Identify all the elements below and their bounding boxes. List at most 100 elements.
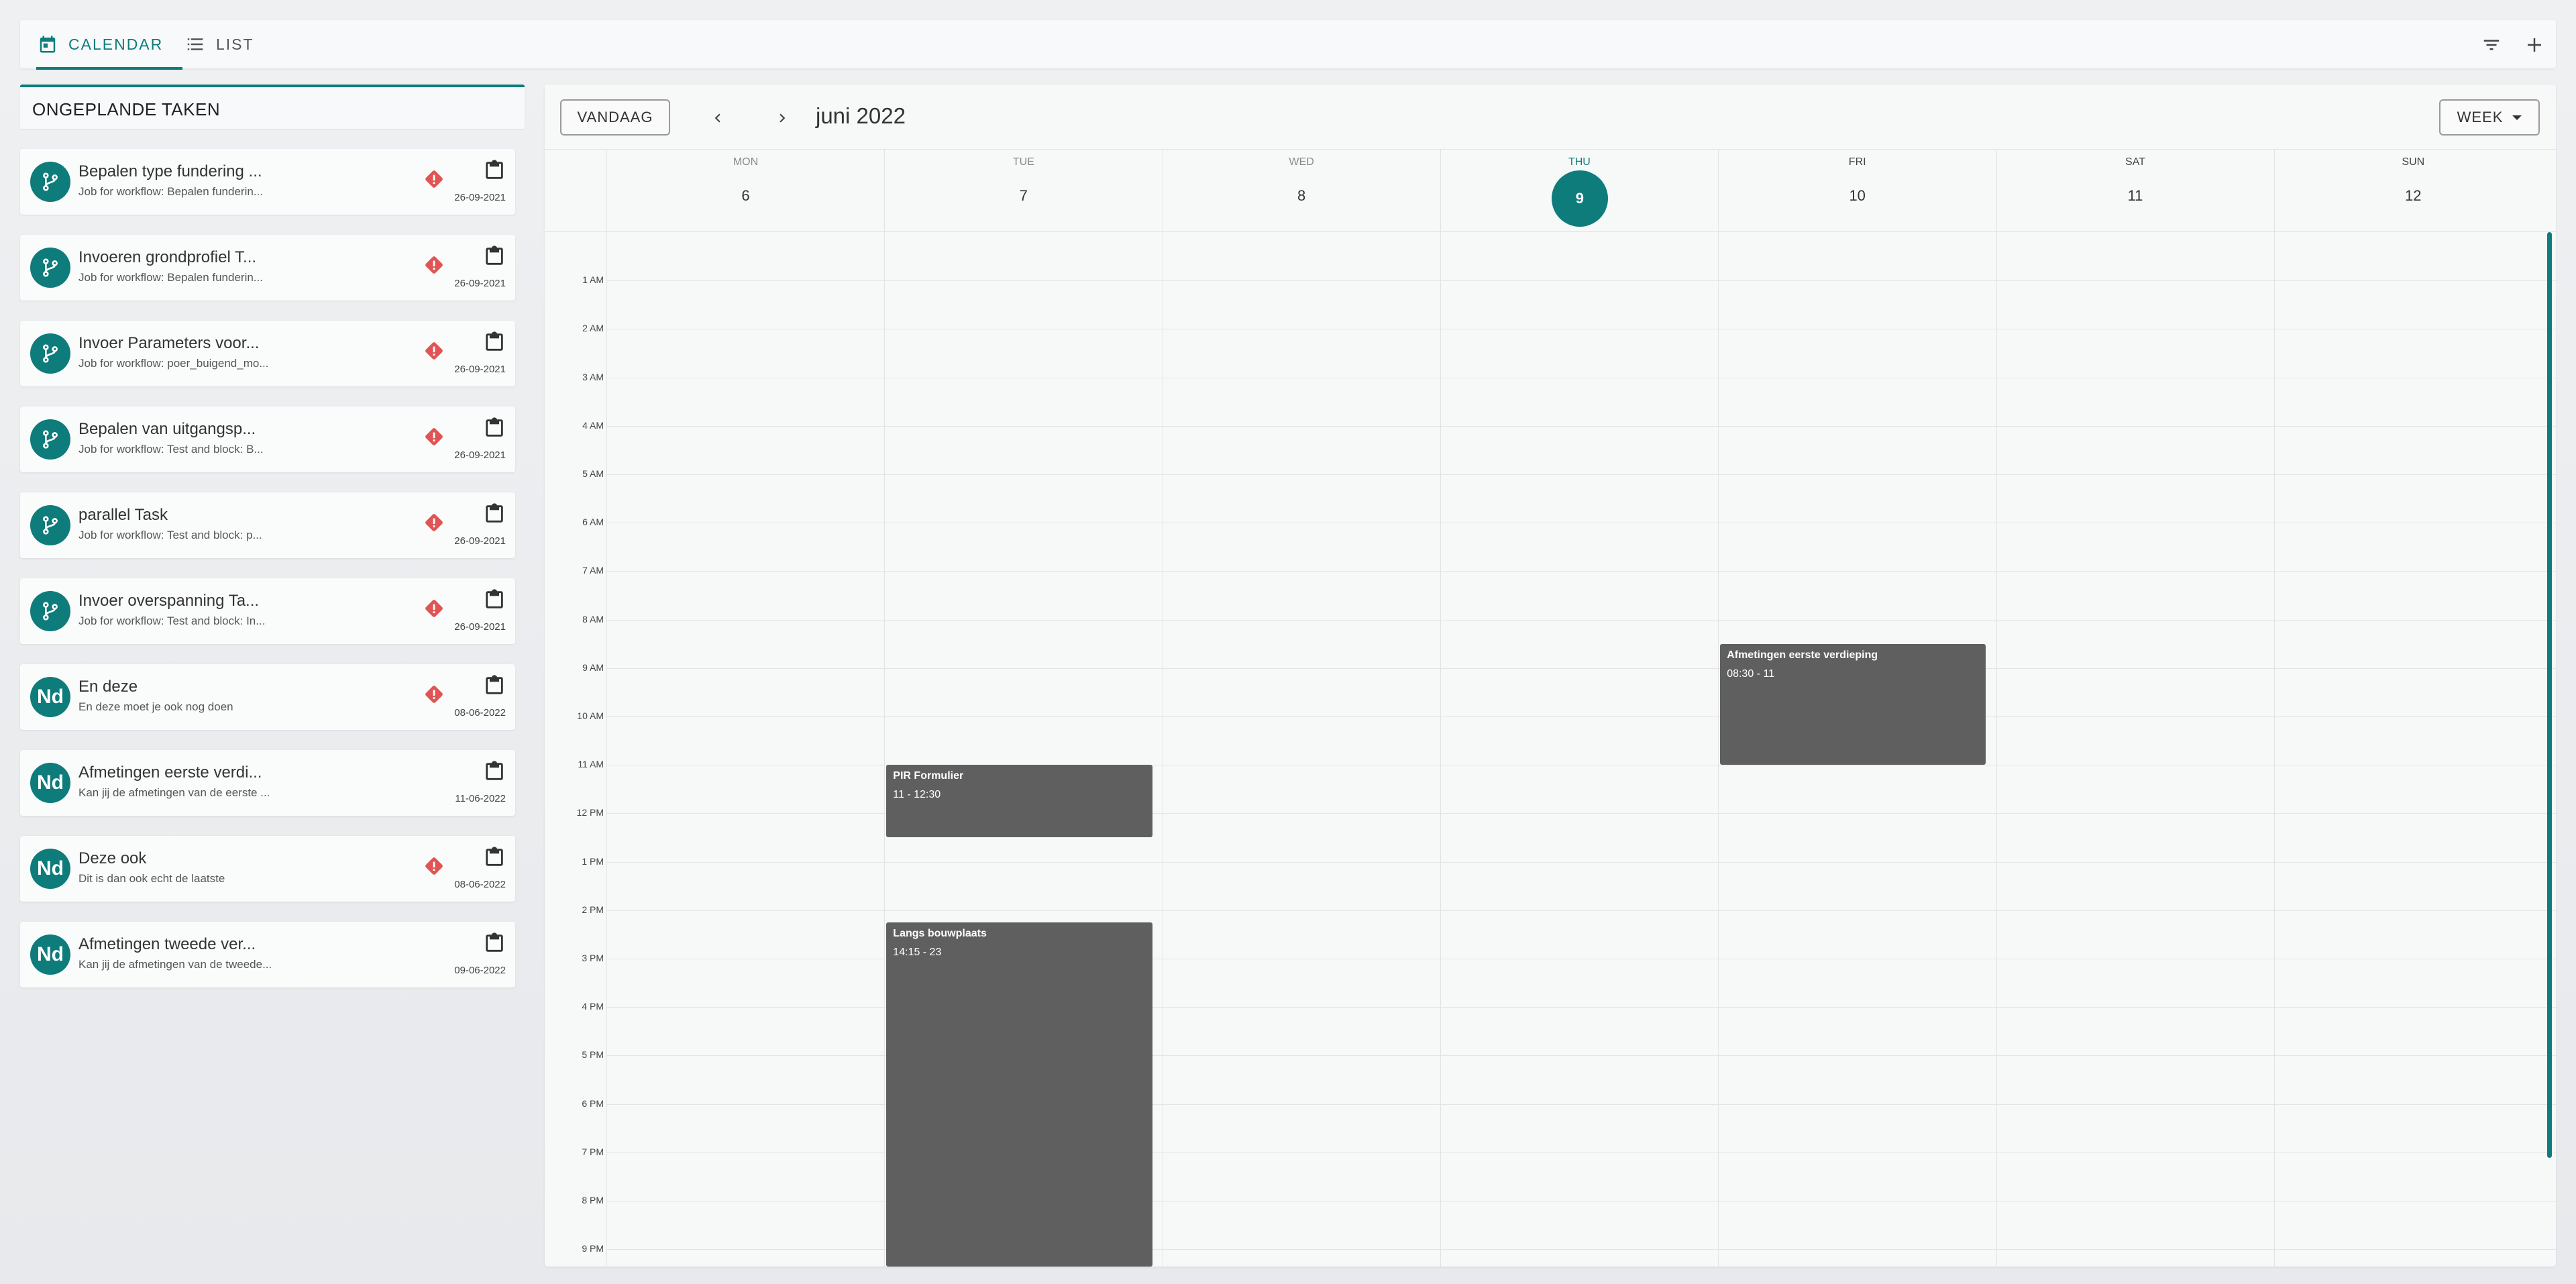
day-column-header[interactable]: FRI 10	[1718, 150, 1996, 233]
task-subtitle: Job for workflow: Test and block: In...	[78, 614, 266, 627]
clipboard-icon[interactable]	[483, 244, 506, 268]
clipboard-icon[interactable]	[483, 158, 506, 182]
day-column-header[interactable]: SUN 12	[2273, 150, 2552, 233]
event-time: 08:30 - 11	[1727, 667, 1775, 680]
task-card[interactable]: parallel Task Job for workflow: Test and …	[20, 492, 515, 558]
clipboard-icon[interactable]	[483, 416, 506, 440]
event-time: 11 - 12:30	[893, 789, 941, 801]
week-grid[interactable]: 1 AM 2 AM 3 AM 4 AM 5 AM 6 AM 7 AM 8 AM 9 AM 10 A…	[545, 232, 2556, 1267]
add-icon[interactable]	[2522, 33, 2546, 57]
hour-label: 8 AM	[582, 613, 604, 625]
day-name: FRI	[1848, 156, 1866, 168]
day-column-header[interactable]: THU 9	[1440, 150, 1718, 233]
clipboard-icon[interactable]	[483, 845, 506, 869]
task-title: Afmetingen tweede ver...	[78, 935, 256, 953]
task-title: En deze	[78, 678, 138, 696]
task-card[interactable]: Invoer Parameters voor... Job for workflo…	[20, 321, 515, 386]
task-date: 11-06-2022	[455, 793, 506, 804]
hour-label: 4 AM	[582, 419, 604, 431]
hour-line	[606, 425, 2556, 427]
task-card[interactable]: Bepalen van uitgangsp... Job for workflow…	[20, 407, 515, 472]
task-card[interactable]: Invoer overspanning Ta... Job for workflo…	[20, 578, 515, 644]
filter-icon[interactable]	[2479, 33, 2504, 57]
hour-label: 9 AM	[582, 661, 604, 673]
chevron-left-icon	[714, 113, 720, 123]
day-divider	[884, 232, 885, 1267]
task-title: Afmetingen eerste verdi...	[78, 763, 262, 782]
task-title: parallel Task	[78, 506, 168, 524]
task-card[interactable]: Bepalen type fundering ... Job for workfl…	[20, 149, 515, 215]
hour-label: 6 AM	[582, 517, 604, 528]
day-divider	[1718, 232, 1719, 1267]
tab-list[interactable]: LIST	[184, 20, 254, 68]
user-avatar: Nd	[30, 934, 70, 975]
workflow-icon	[43, 516, 58, 535]
clipboard-icon[interactable]	[483, 502, 506, 526]
event-time: 14:15 - 23	[893, 946, 942, 958]
workflow-icon	[43, 430, 58, 449]
task-card[interactable]: Nd Afmetingen tweede ver... Kan jij de afm…	[20, 922, 515, 987]
warning-icon	[423, 511, 445, 534]
hour-label: 8 PM	[582, 1195, 604, 1206]
task-title: Invoeren grondprofiel T...	[78, 248, 257, 266]
task-date: 26-09-2021	[454, 364, 506, 375]
hour-label: 9 PM	[582, 1243, 604, 1254]
calendar-event[interactable]: PIR Formulier 11 - 12:30	[886, 765, 1152, 838]
clipboard-icon[interactable]	[483, 759, 506, 784]
view-select-button[interactable]: WEEK	[2439, 99, 2540, 136]
hour-label: 6 PM	[582, 1098, 604, 1109]
hour-label: 3 AM	[582, 371, 604, 382]
hour-label: 4 PM	[582, 1001, 604, 1012]
event-title: PIR Formulier	[893, 770, 964, 782]
day-number: 6	[741, 187, 750, 204]
calendar-event[interactable]: Langs bouwplaats 14:15 - 23	[886, 922, 1152, 1267]
task-card[interactable]: Nd En deze En deze moet je ook nog doen 08-…	[20, 664, 515, 730]
clipboard-icon[interactable]	[483, 931, 506, 955]
hour-line	[606, 861, 2556, 863]
task-title: Bepalen type fundering ...	[78, 162, 262, 180]
warning-icon	[423, 855, 445, 877]
task-subtitle: Job for workflow: Bepalen funderin...	[78, 185, 263, 198]
day-name: SUN	[2402, 156, 2425, 168]
tab-calendar-label: CALENDAR	[68, 35, 164, 53]
task-subtitle: Kan jij de afmetingen van de tweede...	[78, 958, 272, 971]
hour-label: 2 AM	[582, 323, 604, 334]
today-button[interactable]: VANDAAG	[560, 99, 670, 136]
task-card[interactable]: Nd Deze ook Dit is dan ook echt de laatste…	[20, 836, 515, 902]
clipboard-icon[interactable]	[483, 674, 506, 698]
view-select-label: WEEK	[2457, 109, 2504, 125]
prev-week-button[interactable]	[703, 103, 733, 133]
day-column-header[interactable]: SAT 11	[1996, 150, 2274, 233]
day-column-header[interactable]: MON 6	[606, 150, 884, 233]
day-name: MON	[733, 156, 759, 168]
hour-label: 5 AM	[582, 468, 604, 479]
workflow-avatar	[30, 248, 70, 288]
hour-label: 7 AM	[582, 565, 604, 576]
next-week-button[interactable]	[767, 103, 797, 133]
task-date: 26-09-2021	[454, 621, 506, 633]
day-name: TUE	[1012, 156, 1034, 168]
scrollbar[interactable]	[2547, 232, 2552, 1158]
event-title: Afmetingen eerste verdieping	[1727, 649, 1878, 661]
calendar-panel: VANDAAG juni 2022 WEEK MON 6 TUE 7 WED 8 THU 9 F…	[545, 85, 2556, 1267]
hour-line	[606, 716, 2556, 717]
list-icon	[184, 33, 207, 56]
hour-line	[606, 474, 2556, 475]
tab-calendar[interactable]: CALENDAR	[36, 20, 182, 70]
day-column-header[interactable]: TUE 7	[884, 150, 1162, 233]
task-card[interactable]: Invoeren grondprofiel T... Job for workfl…	[20, 235, 515, 301]
day-number: 12	[2405, 187, 2422, 204]
calendar-event[interactable]: Afmetingen eerste verdieping 08:30 - 11	[1720, 643, 1986, 765]
calendar-icon	[36, 33, 59, 56]
hour-label: 7 PM	[582, 1146, 604, 1157]
task-subtitle: Job for workflow: poer_buigend_mo...	[78, 357, 269, 370]
task-card[interactable]: Nd Afmetingen eerste verdi... Kan jij de a…	[20, 750, 515, 816]
clipboard-icon[interactable]	[483, 588, 506, 612]
warning-icon	[423, 425, 445, 448]
day-column-header[interactable]: WED 8	[1162, 150, 1440, 233]
task-title: Invoer Parameters voor...	[78, 334, 260, 352]
clipboard-icon[interactable]	[483, 330, 506, 354]
month-title: juni 2022	[816, 103, 906, 128]
task-subtitle: Job for workflow: Bepalen funderin...	[78, 271, 263, 284]
unplanned-tasks-header: ONGEPLANDE TAKEN	[20, 85, 525, 129]
